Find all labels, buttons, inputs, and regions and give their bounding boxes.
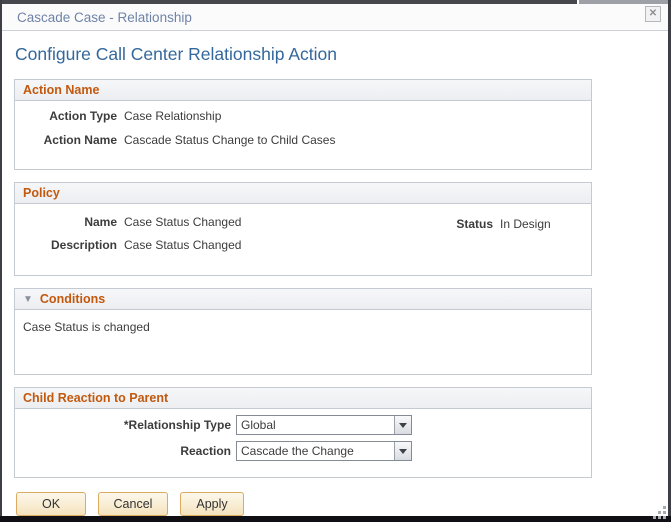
section-conditions: ▼ Conditions Case Status is changed [14, 288, 592, 375]
relationship-type-label: *Relationship Type [123, 418, 231, 432]
window-border-bottom [0, 516, 671, 522]
field-row-policy-description: Description Case Status Changed [17, 238, 583, 252]
section-child-reaction-title: Child Reaction to Parent [23, 391, 169, 405]
section-policy: Policy Name Case Status Changed Descript… [14, 182, 592, 276]
reaction-label: Reaction [180, 444, 231, 458]
close-icon[interactable]: ✕ [645, 6, 661, 22]
cancel-button[interactable]: Cancel [98, 492, 168, 516]
dialog-window: Cascade Case - Relationship ✕ Configure … [0, 0, 671, 522]
action-type-value: Case Relationship [124, 109, 222, 123]
policy-description-label: Description [50, 238, 117, 252]
section-action-name: Action Name Action Type Case Relationshi… [14, 79, 592, 170]
field-row-relationship-type: *Relationship Type Global [17, 415, 583, 435]
policy-name-value: Case Status Changed [124, 215, 242, 229]
section-action-name-title: Action Name [23, 83, 100, 97]
action-name-label: Action Name [43, 133, 117, 147]
resize-grip[interactable] [651, 504, 667, 520]
section-conditions-header: ▼ Conditions [15, 289, 591, 310]
window-border-left [0, 0, 2, 522]
policy-status-value: In Design [500, 217, 551, 231]
section-action-name-header: Action Name [15, 80, 591, 101]
section-child-reaction-body: *Relationship Type Global Reaction Casca… [15, 409, 591, 477]
window-border-top-right [577, 0, 668, 4]
button-row: OK Cancel Apply [16, 492, 668, 516]
reaction-select[interactable]: Cascade the Change [236, 441, 412, 461]
reaction-selected-value: Cascade the Change [241, 444, 354, 458]
action-name-value: Cascade Status Change to Child Cases [124, 133, 336, 147]
section-child-reaction-header: Child Reaction to Parent [15, 388, 591, 409]
policy-description-value: Case Status Changed [124, 238, 242, 252]
dialog-titlebar: Cascade Case - Relationship [2, 4, 668, 31]
apply-button[interactable]: Apply [180, 492, 244, 516]
section-child-reaction: Child Reaction to Parent *Relationship T… [14, 387, 592, 478]
section-action-name-body: Action Type Case Relationship Action Nam… [15, 101, 591, 169]
page-title: Configure Call Center Relationship Actio… [15, 44, 337, 64]
action-type-label: Action Type [49, 109, 117, 123]
field-row-reaction: Reaction Cascade the Change [17, 441, 583, 461]
conditions-collapse-icon[interactable]: ▼ [23, 294, 33, 305]
relationship-type-dropdown-arrow-icon[interactable] [394, 416, 411, 434]
relationship-type-selected-value: Global [241, 418, 276, 432]
section-policy-header: Policy [15, 183, 591, 204]
dialog-title: Cascade Case - Relationship [17, 9, 192, 25]
policy-status-label: Status [456, 217, 493, 231]
window-border-top [0, 0, 671, 4]
conditions-text: Case Status is changed [23, 320, 150, 334]
dialog-content: Configure Call Center Relationship Actio… [2, 32, 668, 516]
section-policy-body: Name Case Status Changed Description Cas… [15, 204, 591, 275]
ok-button[interactable]: OK [16, 492, 86, 516]
section-conditions-body: Case Status is changed [15, 310, 591, 374]
reaction-dropdown-arrow-icon[interactable] [394, 442, 411, 460]
field-row-action-name: Action Name Cascade Status Change to Chi… [17, 133, 583, 147]
section-policy-title: Policy [23, 186, 60, 200]
policy-name-label: Name [84, 215, 117, 229]
field-row-policy-status: Status In Design [403, 217, 551, 231]
section-conditions-title: Conditions [39, 292, 106, 306]
relationship-type-select[interactable]: Global [236, 415, 412, 435]
field-row-action-type: Action Type Case Relationship [17, 109, 583, 123]
